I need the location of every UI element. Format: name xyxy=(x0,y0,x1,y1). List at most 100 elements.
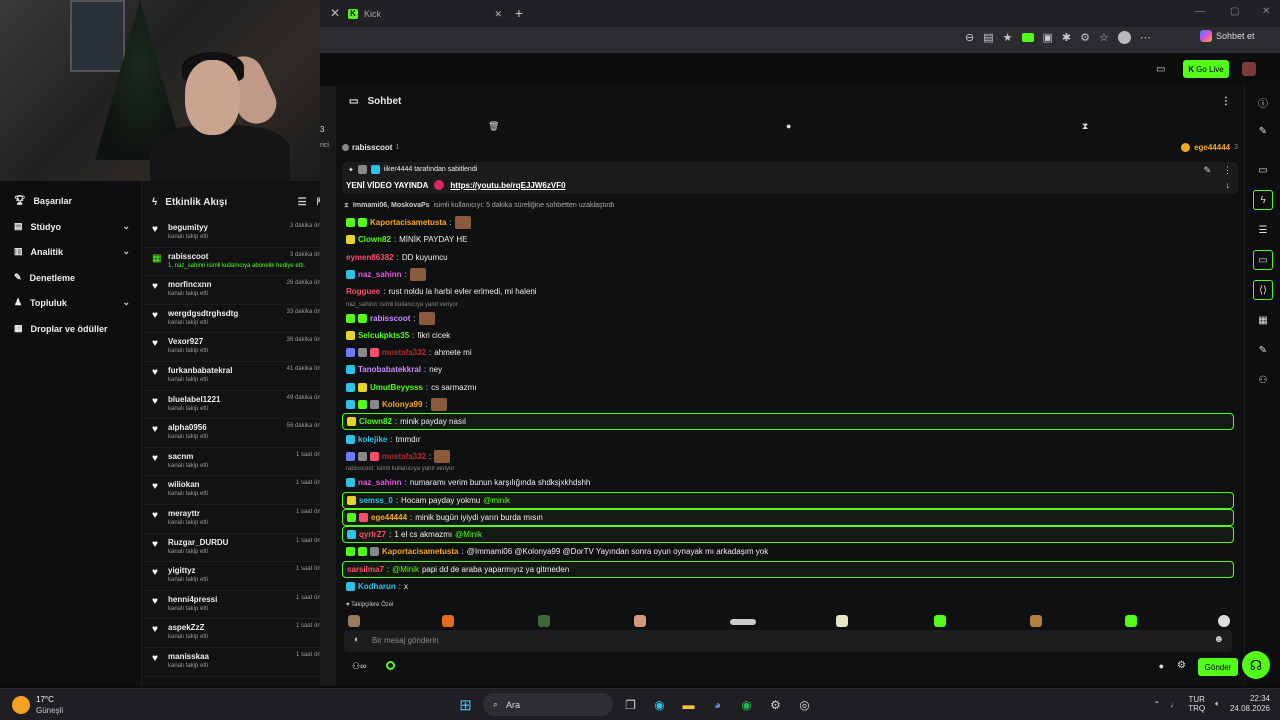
dashboard-icon[interactable]: ▭ xyxy=(1156,64,1165,75)
chat-username[interactable]: naz_sahinn xyxy=(358,478,402,487)
chat-message[interactable]: naz_sahinn: numaramı verim bunun karşılığ… xyxy=(342,474,1234,491)
chat-bubble-icon[interactable]: ● xyxy=(1159,661,1164,671)
nav-analitik[interactable]: ▥ Analitik ⌄ xyxy=(14,246,130,257)
top-gifter-name[interactable]: ege44444 xyxy=(1194,143,1230,152)
extension-box-icon[interactable]: ▣ xyxy=(1043,31,1053,44)
edge-icon[interactable]: ◉ xyxy=(648,693,671,716)
go-live-button[interactable]: K Go Live xyxy=(1183,60,1229,78)
discord-icon[interactable]: ◕ xyxy=(706,693,729,716)
chat-bubble-icon[interactable]: ● xyxy=(786,121,791,131)
extension-kick-icon[interactable] xyxy=(1021,33,1034,42)
hourglass-icon[interactable]: ⧗ xyxy=(1082,121,1088,132)
chat-message[interactable]: rabisscoot: xyxy=(342,310,1234,327)
activity-row[interactable]: ♥ morfincxnn kanalı takip etti 26 dakika ön… xyxy=(142,276,335,305)
star-icon[interactable]: ★ xyxy=(1003,31,1013,44)
chat-message[interactable]: Kodharun: x xyxy=(342,578,1234,595)
activity-row[interactable]: ♥ Vexor927 kanalı takip etti 38 dakika önce xyxy=(142,333,335,362)
display-icon[interactable]: ▭ xyxy=(1253,160,1273,180)
browser-tab[interactable]: K Kick ✕ xyxy=(348,4,502,24)
activity-row[interactable]: ♥ begumityy kanalı takip etti 3 dakika önce xyxy=(142,219,335,248)
send-button[interactable]: Gönder xyxy=(1198,658,1238,676)
chat-username[interactable]: rabisscoot xyxy=(370,314,410,323)
mention[interactable]: @Minik xyxy=(455,530,482,539)
activity-row[interactable]: ♥ wiliokan kanalı takip etti 1 saat önce xyxy=(142,476,335,505)
chat-message[interactable]: sarsilma7: @Minik papi dd de araba yaparmı… xyxy=(342,560,1234,578)
chat-username[interactable]: Selcukpkts35 xyxy=(358,331,409,340)
activity-user[interactable]: Ruzgar_DURDU xyxy=(168,538,228,547)
taskbar-search[interactable]: ⌕ Ara xyxy=(483,693,613,716)
minimize-button[interactable]: — xyxy=(1195,6,1205,17)
chat-message[interactable]: Clown82: MİNİK PAYDAY HE xyxy=(342,231,1234,248)
new-tab-button[interactable]: + xyxy=(511,5,527,21)
emote-icon[interactable] xyxy=(934,615,946,627)
chat-username[interactable]: Kolonya99 xyxy=(382,400,422,409)
emote-icon[interactable] xyxy=(1030,615,1042,627)
chat-username[interactable]: Tanobabatekkral xyxy=(358,365,421,374)
chat-message[interactable]: mustafa332: ahmete mi xyxy=(342,344,1234,361)
chevron-up-icon[interactable]: ⌃ xyxy=(1154,700,1161,709)
activity-row[interactable]: ♥ yigittyz kanalı takip etti 1 saat önce xyxy=(142,562,335,591)
activity-user[interactable]: sacnm xyxy=(168,452,193,461)
activity-row[interactable]: ♥ furkanbabatekral kanalı takip etti 41 dak… xyxy=(142,362,335,391)
wrench-icon[interactable]: ✎ xyxy=(1253,340,1273,360)
settings-gear-icon[interactable]: ⚙ xyxy=(1177,660,1186,671)
chat-username[interactable]: UmutBeyysss xyxy=(370,383,423,392)
emote-icon[interactable] xyxy=(442,615,454,627)
activity-user[interactable]: Vexor927 xyxy=(168,337,203,346)
users-icon[interactable]: ⚇ xyxy=(1253,370,1273,390)
activity-user[interactable]: wiliokan xyxy=(168,480,200,489)
chat-username[interactable]: Clown82 xyxy=(358,235,391,244)
chat-menu-icon[interactable]: ⋮ xyxy=(1221,96,1231,107)
clock[interactable]: 22:34 24.08.2026 xyxy=(1230,694,1270,714)
nav-denetleme[interactable]: ✎ Denetleme xyxy=(14,272,130,283)
activity-user[interactable]: henni4pressi xyxy=(168,595,217,604)
grid-icon[interactable]: ▦ xyxy=(1253,310,1273,330)
reader-icon[interactable]: ▤ xyxy=(983,31,993,44)
activity-user[interactable]: rabisscoot xyxy=(168,252,208,261)
activity-user[interactable]: furkanbabatekral xyxy=(168,366,232,375)
expand-icon[interactable]: ↓ xyxy=(1226,180,1231,190)
speaker-icon[interactable]: 🔈︎ xyxy=(1215,699,1220,709)
chat-username[interactable]: naz_sahinn xyxy=(358,270,402,279)
chat-message[interactable]: Kaportacisametusta: @Immami06 @Kolonya99 … xyxy=(342,543,1234,560)
close-window-button[interactable]: ✕ xyxy=(1262,6,1270,17)
chat-input[interactable]: ◐ Bir mesaj gönderin ☻ xyxy=(344,630,1232,652)
chat-username[interactable]: qyrlrZ7 xyxy=(359,530,386,539)
chat-username[interactable]: sarsilma7 xyxy=(347,565,384,574)
emoji-icon[interactable]: ☻ xyxy=(1213,634,1224,645)
chat-message[interactable]: ege44444: minik bugün iyiydi yarın burda … xyxy=(342,508,1234,526)
emote-icon[interactable] xyxy=(538,615,550,627)
nav-basarilar[interactable]: 🏆︎ Başarılar xyxy=(14,195,130,206)
weather-widget[interactable]: 17°C Güneşli xyxy=(12,694,63,716)
chat-username[interactable]: Rogguee xyxy=(346,287,380,296)
spotify-icon[interactable]: ◉ xyxy=(735,693,758,716)
chat-message[interactable]: Rogguee: rust noldu la harbi evler erimed… xyxy=(342,283,1234,300)
maximize-button[interactable]: ▢ xyxy=(1230,6,1239,17)
activity-row[interactable]: ♥ bluelabel1221 kanalı takip etti 49 dakika… xyxy=(142,391,335,420)
points-icon[interactable] xyxy=(386,661,395,670)
activity-user[interactable]: bluelabel1221 xyxy=(168,395,220,404)
activity-row[interactable]: ♥ henni4pressi kanalı takip etti 1 saat önc… xyxy=(142,591,335,620)
activity-row[interactable]: ♥ merayttr kanalı takip etti 1 saat önce xyxy=(142,505,335,534)
windows-start-icon[interactable]: ⊞ xyxy=(454,693,477,716)
nav-topluluk[interactable]: ♟ Topluluk ⌄ xyxy=(14,297,130,308)
chat-username[interactable]: Kaportacisametusta xyxy=(370,218,446,227)
chat-message[interactable]: Tanobabatekkral: ney xyxy=(342,361,1234,378)
chat-message[interactable]: UmutBeyysss: cs sarmazmı xyxy=(342,379,1234,396)
chat-username[interactable]: Kodharun xyxy=(358,582,396,591)
code-icon[interactable]: ⟨⟩ xyxy=(1253,280,1273,300)
chat-message[interactable]: Selcukpkts35: fikri cicek xyxy=(342,327,1234,344)
chat-message[interactable]: Kaportacisametusta: xyxy=(342,214,1234,231)
activity-user[interactable]: yigittyz xyxy=(168,566,196,575)
filter-icon[interactable]: ☰ xyxy=(298,197,307,208)
extensions-icon[interactable]: ⚙ xyxy=(1080,31,1090,44)
edit-icon[interactable]: ✎ xyxy=(1253,121,1273,141)
chat-username[interactable]: kolejike xyxy=(358,435,387,444)
chat-message[interactable]: mustafa332: xyxy=(342,448,1234,465)
copilot-chat-button[interactable]: Sohbet et xyxy=(1200,30,1255,42)
emote-icon[interactable] xyxy=(1125,615,1137,627)
info-icon[interactable]: ⓘ xyxy=(1253,92,1273,112)
more-icon[interactable]: ⋯ xyxy=(1140,31,1151,44)
trash-icon[interactable]: 🗑︎ xyxy=(488,121,499,132)
supporter-name[interactable]: rabisscoot xyxy=(352,143,392,152)
